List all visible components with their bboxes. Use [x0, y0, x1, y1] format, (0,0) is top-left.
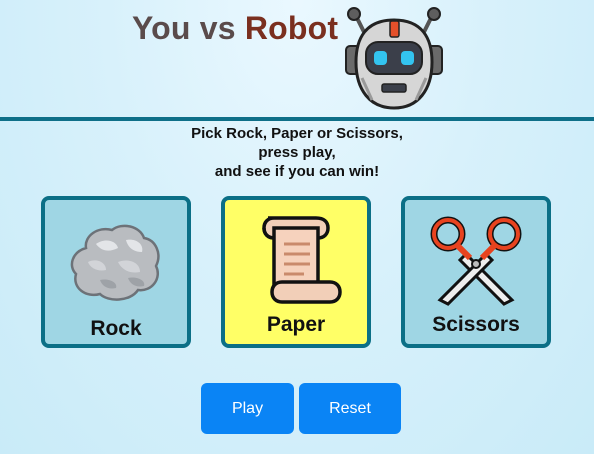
choice-paper[interactable]: Paper	[221, 196, 371, 348]
choice-scissors[interactable]: Scissors	[401, 196, 551, 348]
scroll-icon	[225, 212, 367, 313]
rock-icon	[45, 218, 187, 313]
instruction-line-2: press play,	[258, 144, 336, 161]
choice-label: Scissors	[432, 313, 520, 336]
robot-face-icon	[342, 4, 446, 118]
choice-label: Rock	[90, 317, 142, 340]
choice-label: Paper	[266, 313, 326, 336]
reset-button[interactable]: Reset	[299, 383, 401, 434]
choice-rock[interactable]: Rock	[41, 196, 191, 348]
title-robot: Robot	[244, 10, 339, 46]
play-button[interactable]: Play	[201, 383, 294, 434]
title-you: You vs	[132, 10, 236, 46]
instructions: Pick Rock, Paper or Scissors, press play…	[0, 124, 594, 181]
instruction-line-3: and see if you can win!	[214, 163, 380, 180]
header: You vs Robot	[0, 0, 594, 118]
page-title: You vs Robot	[132, 10, 338, 47]
instruction-line-1: Pick Rock, Paper or Scissors,	[191, 125, 403, 142]
header-divider	[0, 117, 594, 121]
scissors-icon	[405, 214, 547, 313]
